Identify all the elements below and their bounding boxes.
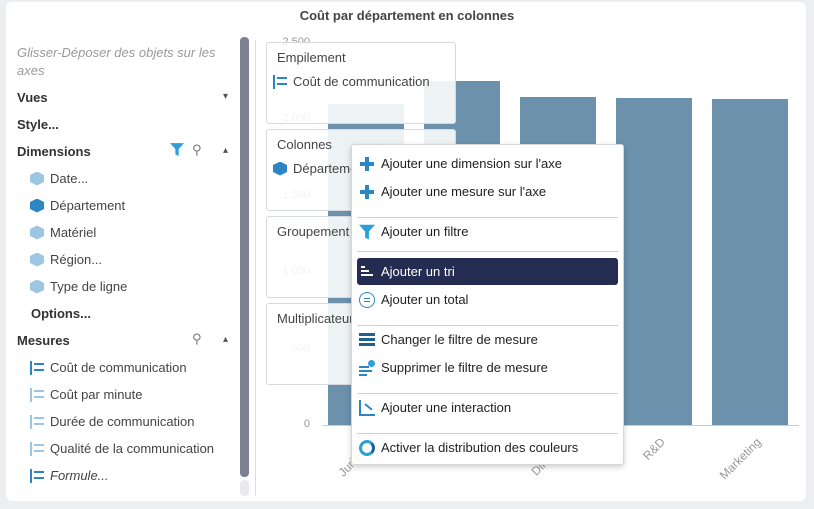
cube-icon [30,198,44,213]
section-style[interactable]: Style... [17,117,59,132]
dropzone-stacking-title: Empilement [277,50,346,65]
section-dimensions[interactable]: Dimensions [17,144,91,159]
dropzone-stacking-item[interactable]: Coût de communication [267,65,455,89]
menu-separator [357,251,618,252]
caret-up-icon[interactable]: ▴ [223,334,228,345]
section-measures[interactable]: Mesures [17,333,70,348]
cube-icon [273,161,287,176]
menu-remove-measure-filter[interactable]: Supprimer le filtre de mesure [357,354,618,381]
menu-add-measure[interactable]: Ajouter une mesure sur l'axe [357,178,618,205]
dimension-region[interactable]: Région... [30,252,102,267]
dropzone-stacking[interactable]: Empilement Coût de communication [266,42,456,124]
measure-icon [30,387,44,402]
measure-icon [30,441,44,456]
measure-filter-icon [359,332,375,348]
plus-icon [359,156,375,172]
panel-scrollbar-track-end [240,480,249,496]
menu-change-measure-filter[interactable]: Changer le filtre de mesure [357,326,618,353]
menu-add-interaction[interactable]: Ajouter une interaction [357,394,618,421]
panel-divider [255,40,256,496]
measure-formule[interactable]: Formule... [30,468,109,483]
measure-icon [30,414,44,429]
search-icon[interactable]: ⚲ [192,142,202,158]
menu-color-distribution[interactable]: Activer la distribution des couleurs [357,434,618,461]
section-options[interactable]: Options... [31,306,91,321]
measure-icon [273,74,287,89]
total-icon [359,291,375,308]
plus-icon [359,184,375,200]
section-views[interactable]: Vues [17,90,48,105]
menu-add-sort[interactable]: Ajouter un tri [357,258,618,285]
panel-scrollbar[interactable] [240,37,249,477]
page-title: Coût par département en colonnes [299,8,515,23]
cube-icon [30,279,44,294]
measure-qualite-de-la-communication[interactable]: Qualité de la communication [30,441,214,456]
sort-icon [359,264,375,280]
color-distribution-icon [359,439,375,456]
cube-icon [30,225,44,240]
cube-icon [30,171,44,186]
funnel-icon [359,224,375,240]
chart-bar[interactable] [712,98,788,425]
interaction-icon [359,399,375,416]
dimension-materiel[interactable]: Matériel [30,225,96,240]
measure-duree-de-communication[interactable]: Durée de communication [30,414,195,429]
dimension-type-de-ligne[interactable]: Type de ligne [30,279,127,294]
menu-add-total[interactable]: Ajouter un total [357,286,618,313]
context-menu: Ajouter une dimension sur l'axe Ajouter … [351,144,624,465]
menu-add-filter[interactable]: Ajouter un filtre [357,218,618,245]
cube-icon [30,252,44,267]
measure-cout-par-minute[interactable]: Coût par minute [30,387,143,402]
y-tick-label: 0 [303,418,310,430]
drag-drop-hint: Glisser-Déposer des objets sur les axes [17,45,216,78]
menu-add-dimension[interactable]: Ajouter une dimension sur l'axe [357,150,618,177]
caret-down-icon[interactable]: ▾ [223,91,228,102]
chart-bar[interactable] [616,98,692,425]
caret-up-icon[interactable]: ▴ [223,145,228,156]
remove-measure-filter-icon [359,359,375,376]
search-icon[interactable]: ⚲ [192,331,202,347]
dimension-departement[interactable]: Département [30,198,125,213]
measure-cout-de-communication[interactable]: Coût de communication [30,360,187,375]
measure-icon [30,468,44,483]
dimension-date[interactable]: Date... [30,171,88,186]
measure-icon [30,360,44,375]
